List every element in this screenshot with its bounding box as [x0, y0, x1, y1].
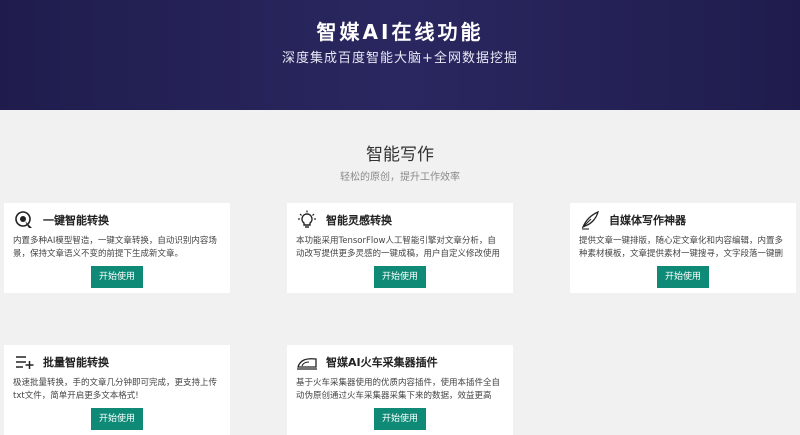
card-description: 提供文章一键排版，随心定文章化和内容编辑，内置多种素材模板，文章提供素材一键搜寻… — [579, 236, 784, 259]
start-button[interactable]: 开始使用 — [91, 408, 143, 430]
card-title: 一键智能转换 — [43, 214, 109, 227]
feature-card-inspiration-convert: 智能灵感转换 本功能采用TensorFlow人工智能引擎对文章分析，自动改写提供… — [287, 203, 513, 293]
start-button[interactable]: 开始使用 — [374, 408, 426, 430]
start-button[interactable]: 开始使用 — [657, 266, 709, 288]
card-description: 本功能采用TensorFlow人工智能引擎对文章分析，自动改写提供更多灵感的一键… — [296, 236, 501, 259]
train-icon — [296, 351, 318, 373]
section-subtitle: 轻松的原创，提升工作效率 — [340, 172, 460, 183]
start-button[interactable]: 开始使用 — [374, 266, 426, 288]
feature-card-batch-convert: 批量智能转换 极速批量转换，手的文章几分钟即可完成，更支持上传txt文件，简单开… — [4, 345, 230, 435]
section-title: 智能写作 — [366, 145, 434, 165]
feature-card-one-click-convert: 一键智能转换 内置多种AI模型智造，一键文章转换，自动识别内容场景，保持文章语义… — [4, 203, 230, 293]
feature-card-media-writing: 自媒体写作神器 提供文章一键排版，随心定文章化和内容编辑，内置多种素材模板，文章… — [570, 203, 796, 293]
lightbulb-icon — [296, 209, 318, 231]
card-description: 内置多种AI模型智造，一键文章转换，自动识别内容场景，保持文章语义不变的前提下生… — [13, 236, 217, 259]
quill-pen-icon — [579, 209, 601, 231]
card-title: 自媒体写作神器 — [609, 214, 686, 227]
card-title: 智能灵感转换 — [326, 214, 392, 227]
pointer-target-icon — [13, 209, 35, 231]
batch-list-add-icon — [13, 351, 35, 373]
start-button[interactable]: 开始使用 — [91, 266, 143, 288]
card-description: 极速批量转换，手的文章几分钟即可完成，更支持上传txt文件，简单开启更多文本格式… — [13, 378, 218, 401]
card-description: 基于火车采集器使用的优质内容插件，使用本插件全自动伪原创通过火车采集器采集下来的… — [296, 378, 501, 401]
hero-banner: 智媒AI在线功能 深度集成百度智能大脑+全网数据挖掘 — [0, 0, 800, 110]
card-title: 批量智能转换 — [43, 356, 109, 369]
card-title: 智媒AI火车采集器插件 — [326, 356, 438, 369]
hero-subtitle: 深度集成百度智能大脑+全网数据挖掘 — [282, 51, 518, 66]
hero-title: 智媒AI在线功能 — [316, 20, 484, 44]
feature-card-train-collector-plugin: 智媒AI火车采集器插件 基于火车采集器使用的优质内容插件，使用本插件全自动伪原创… — [287, 345, 513, 435]
